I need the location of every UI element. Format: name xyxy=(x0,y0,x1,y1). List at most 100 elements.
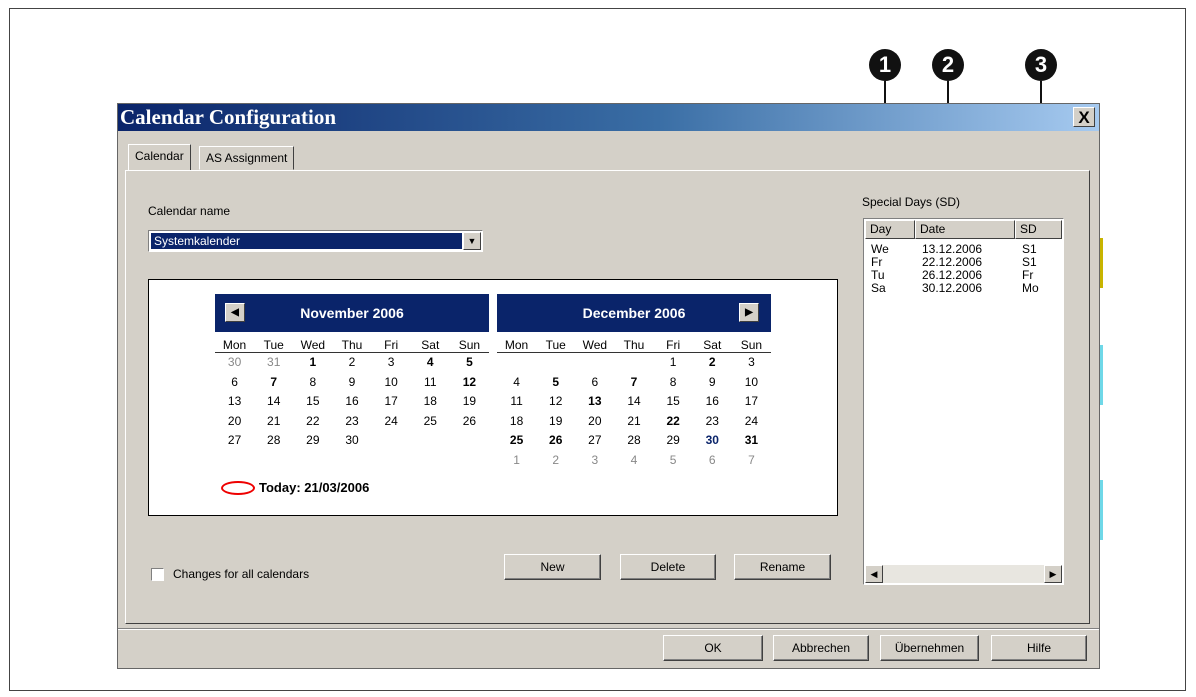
calendar-day[interactable]: 16 xyxy=(693,392,732,412)
cancel-button[interactable]: Abbrechen xyxy=(773,635,869,661)
previous-month-button[interactable]: ◀ xyxy=(225,303,245,322)
calendar-day[interactable]: 10 xyxy=(732,373,771,393)
calendar-day[interactable]: 2 xyxy=(536,451,575,471)
chevron-down-icon[interactable]: ▼ xyxy=(463,232,481,250)
tab-calendar[interactable]: Calendar xyxy=(128,144,191,170)
calendar-day-selected[interactable]: 30 xyxy=(693,431,732,451)
calendar-day[interactable]: 31 xyxy=(254,353,293,373)
calendar-day[interactable]: 1 xyxy=(293,353,332,373)
calendar-day[interactable]: 11 xyxy=(497,392,536,412)
calendar-day[interactable]: 3 xyxy=(575,451,614,471)
calendar-day[interactable]: 26 xyxy=(536,431,575,451)
new-button[interactable]: New xyxy=(504,554,601,580)
calendar-day[interactable]: 4 xyxy=(411,353,450,373)
calendar-day[interactable]: 30 xyxy=(332,431,371,451)
calendar-day[interactable]: 20 xyxy=(575,412,614,432)
calendar-day[interactable]: 10 xyxy=(372,373,411,393)
calendar-day[interactable]: 22 xyxy=(293,412,332,432)
calendar-day[interactable]: 6 xyxy=(215,373,254,393)
weekday-label: Mon xyxy=(504,338,529,352)
calendar-day[interactable]: 5 xyxy=(536,373,575,393)
calendar-day[interactable]: 12 xyxy=(450,373,489,393)
close-button[interactable]: X xyxy=(1073,107,1095,127)
column-header-sd[interactable]: SD xyxy=(1015,220,1062,239)
calendar-day[interactable]: 13 xyxy=(215,392,254,412)
next-month-button[interactable]: ▶ xyxy=(739,303,759,322)
calendar-day[interactable]: 27 xyxy=(575,431,614,451)
special-days-list[interactable]: Day Date SD We 13.12.2006 S1 Fr 22.12.20… xyxy=(863,218,1064,585)
calendar-day[interactable]: 11 xyxy=(411,373,450,393)
calendar-day[interactable]: 24 xyxy=(372,412,411,432)
scroll-left-button[interactable]: ◀ xyxy=(865,565,883,583)
delete-button[interactable]: Delete xyxy=(620,554,716,580)
rename-button[interactable]: Rename xyxy=(734,554,831,580)
calendar-day[interactable]: 1 xyxy=(654,353,693,373)
calendar-day[interactable]: 27 xyxy=(215,431,254,451)
calendar-day[interactable]: 24 xyxy=(732,412,771,432)
calendar-day[interactable]: 14 xyxy=(614,392,653,412)
column-header-date[interactable]: Date xyxy=(915,220,1015,239)
close-icon: X xyxy=(1078,107,1090,127)
apply-button[interactable]: Übernehmen xyxy=(880,635,979,661)
calendar-day[interactable]: 2 xyxy=(693,353,732,373)
calendar-day[interactable]: 26 xyxy=(450,412,489,432)
calendar-day[interactable]: 21 xyxy=(254,412,293,432)
column-header-day[interactable]: Day xyxy=(865,220,915,239)
calendar-day[interactable]: 15 xyxy=(654,392,693,412)
list-item[interactable]: Sa 30.12.2006 Mo xyxy=(865,282,1062,295)
calendar-day[interactable]: 28 xyxy=(254,431,293,451)
calendar-day[interactable]: 4 xyxy=(614,451,653,471)
tab-as-assignment[interactable]: AS Assignment xyxy=(199,146,295,170)
calendar-day[interactable]: 3 xyxy=(372,353,411,373)
scroll-right-button[interactable]: ▶ xyxy=(1044,565,1062,583)
calendar-day[interactable]: 6 xyxy=(693,451,732,471)
calendar-day[interactable]: 17 xyxy=(372,392,411,412)
calendar-day[interactable]: 12 xyxy=(536,392,575,412)
calendar-day[interactable]: 6 xyxy=(575,373,614,393)
calendar-day[interactable]: 14 xyxy=(254,392,293,412)
calendar-day[interactable]: 1 xyxy=(497,451,536,471)
calendar-day[interactable]: 25 xyxy=(411,412,450,432)
calendar-day[interactable]: 23 xyxy=(693,412,732,432)
calendar-day[interactable]: 16 xyxy=(332,392,371,412)
ok-button[interactable]: OK xyxy=(663,635,763,661)
special-days-header: Day Date SD xyxy=(865,220,1062,239)
calendar-name-select[interactable]: Systemkalender ▼ xyxy=(148,230,483,252)
month-december: December 2006 ▶ Mon Tue Wed Thu Fri Sat … xyxy=(497,294,771,470)
calendar-day[interactable]: 8 xyxy=(293,373,332,393)
help-button[interactable]: Hilfe xyxy=(991,635,1087,661)
calendar-day[interactable]: 18 xyxy=(497,412,536,432)
calendar-day[interactable]: 29 xyxy=(654,431,693,451)
calendar-day[interactable]: 17 xyxy=(732,392,771,412)
calendar-day[interactable]: 19 xyxy=(450,392,489,412)
calendar-day[interactable]: 31 xyxy=(732,431,771,451)
calendar-day[interactable]: 19 xyxy=(536,412,575,432)
calendar-day[interactable]: 3 xyxy=(732,353,771,373)
calendar-day[interactable]: 7 xyxy=(732,451,771,471)
calendar-day[interactable]: 9 xyxy=(332,373,371,393)
calendar-day[interactable]: 9 xyxy=(693,373,732,393)
calendar-day[interactable]: 7 xyxy=(254,373,293,393)
today-link[interactable]: Today: 21/03/2006 xyxy=(221,480,369,495)
calendar-day[interactable]: 13 xyxy=(575,392,614,412)
calendar-day[interactable]: 22 xyxy=(654,412,693,432)
weekday-label: Tue xyxy=(545,338,566,352)
calendar-day[interactable]: 2 xyxy=(332,353,371,373)
calendar-day[interactable]: 20 xyxy=(215,412,254,432)
calendar-day[interactable]: 25 xyxy=(497,431,536,451)
title-bar[interactable]: Calendar Configuration X xyxy=(118,104,1099,131)
calendar-day[interactable]: 7 xyxy=(614,373,653,393)
horizontal-scrollbar[interactable]: ◀ ▶ xyxy=(865,565,1062,583)
calendar-day[interactable]: 21 xyxy=(614,412,653,432)
calendar-day[interactable]: 5 xyxy=(654,451,693,471)
calendar-day[interactable]: 28 xyxy=(614,431,653,451)
changes-all-checkbox[interactable] xyxy=(151,568,164,581)
calendar-day[interactable]: 30 xyxy=(215,353,254,373)
calendar-day[interactable]: 4 xyxy=(497,373,536,393)
calendar-day[interactable]: 5 xyxy=(450,353,489,373)
calendar-day[interactable]: 15 xyxy=(293,392,332,412)
calendar-day[interactable]: 23 xyxy=(332,412,371,432)
calendar-day[interactable]: 18 xyxy=(411,392,450,412)
calendar-day[interactable]: 8 xyxy=(654,373,693,393)
calendar-day[interactable]: 29 xyxy=(293,431,332,451)
